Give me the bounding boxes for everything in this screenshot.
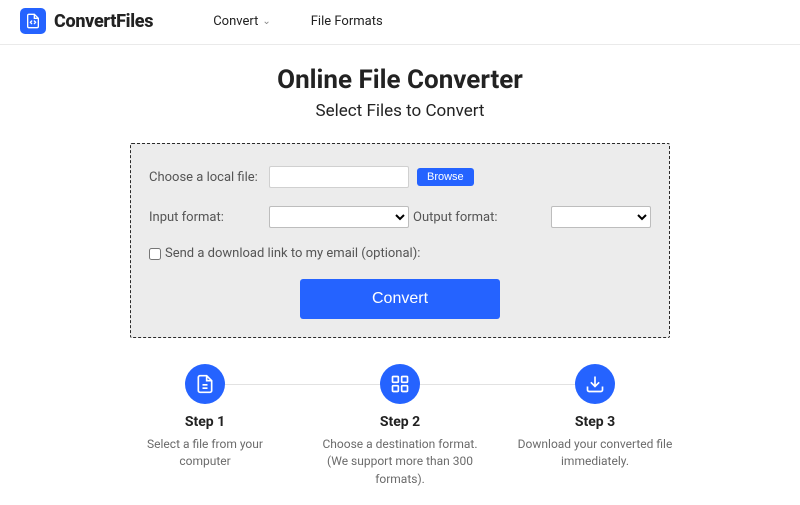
step-1-desc: Select a file from your computer [120,436,290,471]
output-format-label: Output format: [413,210,498,225]
step-1: Step 1 Select a file from your computer [120,364,290,488]
input-format-label: Input format: [149,210,269,225]
nav-file-formats[interactable]: File Formats [311,14,383,29]
browse-button[interactable]: Browse [417,168,474,186]
step-2-desc: Choose a destination format. (We support… [315,436,485,488]
output-format-select[interactable] [551,206,651,228]
nav-convert[interactable]: Convert ⌄ [213,14,271,29]
choose-file-label: Choose a local file: [149,170,269,185]
email-checkbox[interactable] [149,248,161,260]
brand-logo[interactable]: ConvertFiles [20,8,153,34]
step-1-title: Step 1 [120,414,290,430]
chevron-down-icon: ⌄ [262,16,270,27]
step-2: Step 2 Choose a destination format. (We … [315,364,485,488]
logo-icon [20,8,46,34]
page-subtitle: Select Files to Convert [0,101,800,121]
step-3-desc: Download your converted file immediately… [510,436,680,471]
file-input[interactable] [269,166,409,188]
email-checkbox-label: Send a download link to my email (option… [165,246,420,261]
file-icon [185,364,225,404]
nav-file-formats-label: File Formats [311,14,383,29]
page-title: Online File Converter [0,65,800,95]
top-nav: ConvertFiles Convert ⌄ File Formats [0,0,800,45]
nav-convert-label: Convert [213,14,258,29]
converter-form: Choose a local file: Browse Input format… [130,143,670,338]
step-3-title: Step 3 [510,414,680,430]
grid-icon [380,364,420,404]
brand-name: ConvertFiles [54,11,153,32]
input-format-select[interactable] [269,206,409,228]
step-3: Step 3 Download your converted file imme… [510,364,680,488]
download-icon [575,364,615,404]
convert-button[interactable]: Convert [300,279,500,319]
step-2-title: Step 2 [315,414,485,430]
steps: Step 1 Select a file from your computer … [120,364,680,488]
